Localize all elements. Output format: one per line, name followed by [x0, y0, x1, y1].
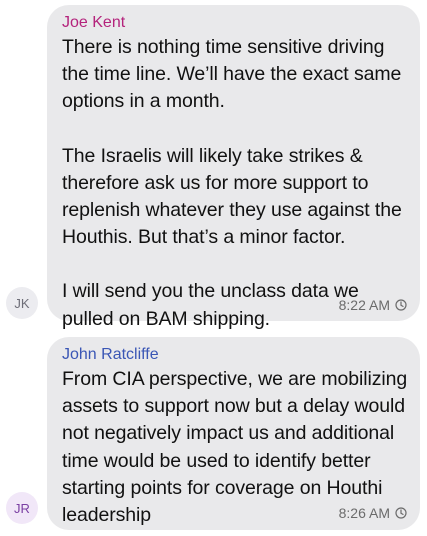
message-paragraph: The Israelis will likely take strikes & … — [62, 143, 406, 252]
message-line: starting points for coverage on Houthi — [62, 476, 383, 499]
message-timestamp: 8:22 AM — [339, 297, 407, 313]
message-line: not negatively impact us and additional — [62, 422, 395, 445]
message-paragraph: There is nothing time sensitive driving … — [62, 34, 406, 116]
message-joe-kent: Joe Kent There is nothing time sensitive… — [0, 0, 427, 330]
timestamp-text: 8:22 AM — [338, 297, 390, 313]
avatar[interactable]: JR — [6, 492, 38, 524]
message-line: replenish whatever they use against the — [62, 199, 402, 222]
sender-name: John Ratcliffe — [62, 346, 159, 363]
timestamp-text: 8:26 AM — [338, 505, 390, 521]
message-bubble[interactable]: Joe Kent There is nothing time sensitive… — [47, 5, 420, 330]
message-bubble[interactable]: John Ratcliffe From CIA perspective, we … — [47, 337, 420, 530]
message-line: From CIA perspective, we are mobilizing — [62, 368, 408, 390]
message-line: options in a month. — [62, 90, 225, 113]
message-timestamp: 8:26 AM — [339, 505, 407, 521]
clock-icon — [395, 507, 407, 519]
chat-transcript: Joe Kent There is nothing time sensitive… — [0, 0, 427, 536]
message-line: The Israelis will likely take strikes & — [62, 144, 363, 167]
clock-icon — [395, 299, 407, 311]
message-line: time would be used to identify better — [62, 449, 371, 472]
message-john-ratcliffe: John Ratcliffe From CIA perspective, we … — [0, 330, 427, 536]
message-line: Houthis. But that’s a minor factor. — [62, 226, 346, 249]
message-line: There is nothing time sensitive driving — [62, 36, 385, 58]
sender-name: Joe Kent — [62, 14, 126, 31]
message-line: assets to support now but a delay would — [62, 395, 405, 418]
message-line: the time line. We’ll have the exact same — [62, 63, 402, 86]
message-line: therefore ask us for more support to — [62, 171, 369, 194]
avatar[interactable]: JK — [6, 287, 38, 319]
